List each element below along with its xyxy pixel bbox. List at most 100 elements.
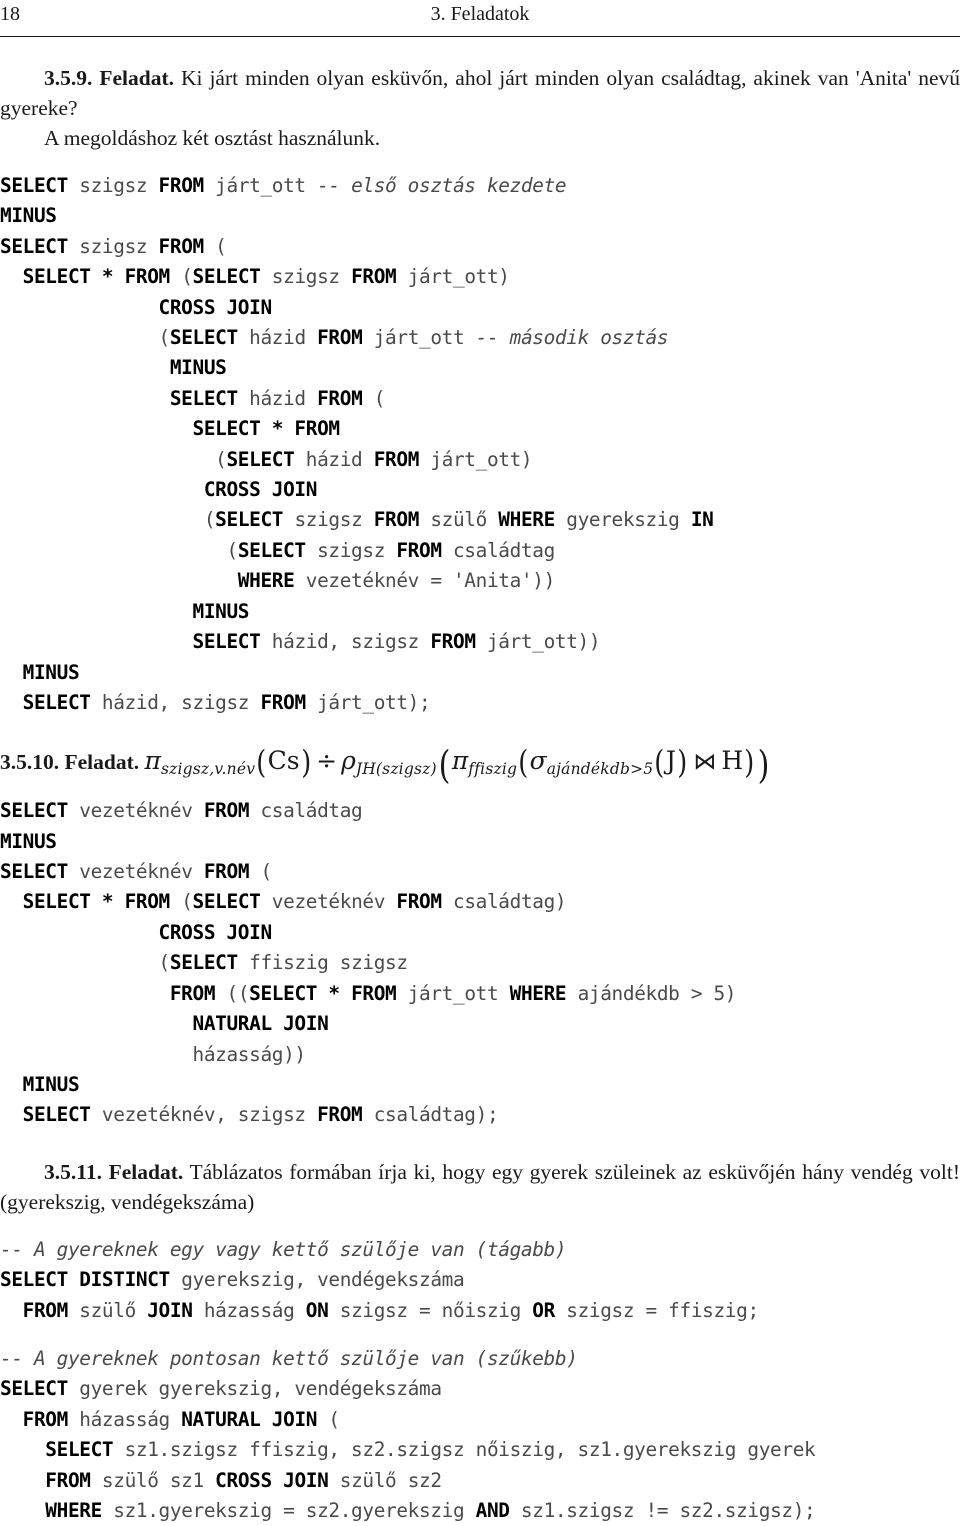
code-token: járt_ott) — [419, 447, 533, 471]
code-token: SELECT — [192, 265, 261, 289]
code-token: járt_ott — [362, 326, 476, 350]
code-token: járt_ott); — [305, 690, 431, 714]
code-token: ( — [0, 538, 238, 562]
code-token: ( — [0, 951, 171, 975]
code-token: SELECT — [169, 951, 238, 975]
code-token: FROM — [373, 447, 420, 471]
code-token: FROM — [260, 690, 306, 714]
sigma-symbol: σ — [529, 746, 547, 776]
code-token: SELECT DISTINCT — [0, 1268, 170, 1292]
code-block-359: SELECT szigsz FROM járt_ott -- első oszt… — [0, 171, 960, 718]
code-token: AND — [475, 1498, 510, 1522]
code-token: járt_ott) — [396, 265, 510, 289]
code-token: FROM — [0, 981, 216, 1005]
exercise-359-number: 3.5.9. Feladat. — [44, 66, 174, 90]
code-token: SELECT * FROM — [0, 890, 171, 914]
code-token: szigsz — [260, 265, 352, 289]
code-token: ( — [362, 386, 386, 410]
code-token: -- második osztás — [475, 326, 669, 350]
code-token: vezetéknév — [260, 890, 397, 914]
code-token: FROM — [158, 174, 205, 197]
code-token: szigsz — [67, 234, 159, 258]
rho-symbol: ρ — [341, 746, 356, 776]
code-token: ( — [0, 447, 227, 471]
code-token: FROM — [158, 234, 205, 258]
code-token: SELECT * FROM — [0, 417, 341, 441]
code-token: házid — [237, 326, 318, 350]
code-token: házasság — [192, 1298, 306, 1322]
code-token: ( — [0, 326, 171, 350]
pi-subscript: szigsz,v.név — [160, 760, 256, 779]
code-token: SELECT * FROM — [0, 265, 171, 289]
code-token: szülő — [419, 508, 499, 532]
code-token: FROM — [351, 265, 397, 289]
code-token: SELECT — [0, 234, 68, 258]
code-token: -- A gyereknek pontosan kettő szülője va… — [0, 1346, 578, 1370]
exercise-3510-heading: 3.5.10. Feladat. πszigsz,v.név(Cs) ÷ ρJH(s… — [0, 744, 960, 786]
code-token: családtag — [249, 799, 363, 823]
code-token: FROM — [317, 386, 363, 410]
exercise-3511-prompt: 3.5.11. Feladat. Táblázatos formában írj… — [0, 1157, 960, 1217]
code-token: családtag) — [441, 890, 567, 914]
code-token: családtag — [441, 538, 555, 562]
code-token: MINUS — [0, 204, 57, 228]
code-token: vezetéknév — [67, 860, 204, 884]
code-token: FROM — [0, 1468, 91, 1492]
code-token: WHERE — [0, 1498, 102, 1522]
code-token: szigsz = ffiszig; — [554, 1298, 759, 1322]
code-token: SELECT — [169, 326, 238, 350]
code-token: MINUS — [0, 1072, 80, 1096]
code-token: JOIN — [147, 1298, 193, 1322]
code-token: szigsz — [67, 174, 159, 197]
code-token: házasság — [67, 1407, 182, 1431]
code-token: sz1.szigsz ffiszig, sz2.szigsz nőiszig, … — [113, 1438, 816, 1462]
code-block-3511-b: -- A gyereknek pontosan kettő szülője va… — [0, 1344, 960, 1526]
code-token: házid, szigsz — [90, 690, 261, 714]
code-token: FROM — [396, 538, 442, 562]
rho-subscript: JH(szigsz) — [355, 760, 437, 779]
code-token: szigsz = nőiszig — [328, 1298, 533, 1322]
code-token: FROM — [430, 630, 476, 654]
code-token: CROSS JOIN — [215, 1468, 329, 1492]
code-token: SELECT — [0, 1103, 91, 1127]
sigma-subscript: ajándékdb>5 — [546, 760, 654, 779]
divide-symbol: ÷ — [316, 746, 338, 776]
code-token: WHERE — [0, 569, 295, 593]
code-token: szigsz — [305, 538, 397, 562]
code-token: járt_ott — [203, 174, 318, 197]
code-token: NATURAL JOIN — [0, 1012, 329, 1036]
code-token: -- első osztás kezdete — [317, 174, 567, 197]
code-token: SELECT — [215, 508, 284, 532]
code-token: sz1.szigsz != sz2.szigsz); — [509, 1498, 816, 1522]
code-token: SELECT — [0, 386, 238, 410]
operand-cs: Cs — [267, 746, 300, 776]
code-token: SELECT — [0, 860, 68, 884]
code-token: ( — [203, 234, 227, 258]
running-head: 18 3. Feladatok — [0, 0, 960, 36]
pi2-symbol: π — [451, 746, 469, 776]
exercise-3510-number: 3.5.10. Feladat. — [0, 750, 140, 775]
code-block-3511-a: -- A gyereknek egy vagy kettő szülője va… — [0, 1235, 960, 1326]
code-token: családtag); — [362, 1103, 499, 1127]
operand-j: J — [665, 746, 676, 776]
code-token: ffiszig szigsz — [237, 951, 408, 975]
code-token: FROM — [0, 1298, 69, 1322]
code-token: SELECT — [0, 1377, 68, 1401]
code-token: OR — [532, 1298, 555, 1322]
code-token: MINUS — [0, 599, 250, 623]
code-token: FROM — [396, 890, 442, 914]
code-token: házid — [294, 447, 374, 471]
code-token: SELECT — [0, 799, 68, 823]
code-token: vezetéknév = 'Anita')) — [294, 569, 556, 593]
code-token: SELECT * FROM — [249, 981, 397, 1005]
code-token: (( — [215, 981, 250, 1005]
code-token: IN — [690, 508, 714, 532]
code-token: FROM — [373, 508, 420, 532]
code-token: járt_ott — [396, 981, 510, 1005]
